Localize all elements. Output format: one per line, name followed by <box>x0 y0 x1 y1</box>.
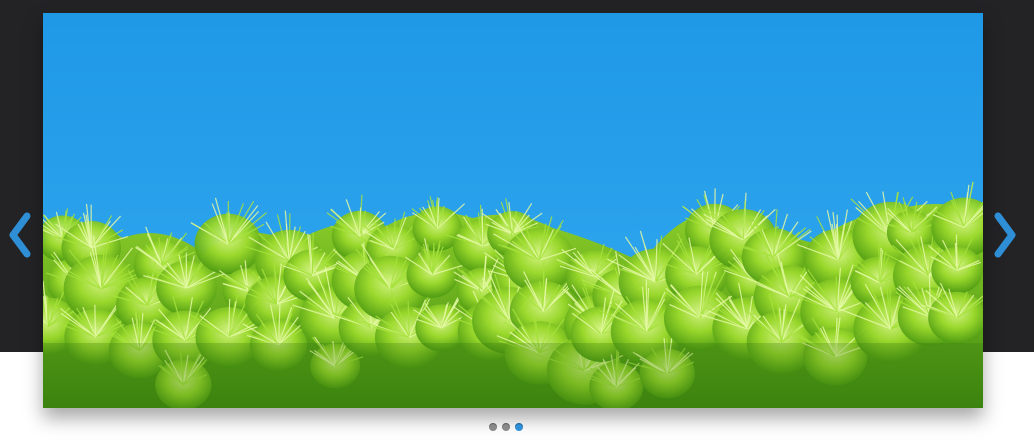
pagination-dot-3[interactable] <box>515 423 523 431</box>
slide-pagination <box>489 423 523 433</box>
pine-tree-photo <box>43 13 983 408</box>
slide-image <box>43 13 983 408</box>
previous-slide-button[interactable] <box>5 210 35 260</box>
chevron-left-icon <box>9 212 31 258</box>
next-slide-button[interactable] <box>990 210 1020 260</box>
chevron-right-icon <box>994 212 1016 258</box>
pagination-dot-1[interactable] <box>489 423 497 431</box>
pagination-dot-2[interactable] <box>502 423 510 431</box>
